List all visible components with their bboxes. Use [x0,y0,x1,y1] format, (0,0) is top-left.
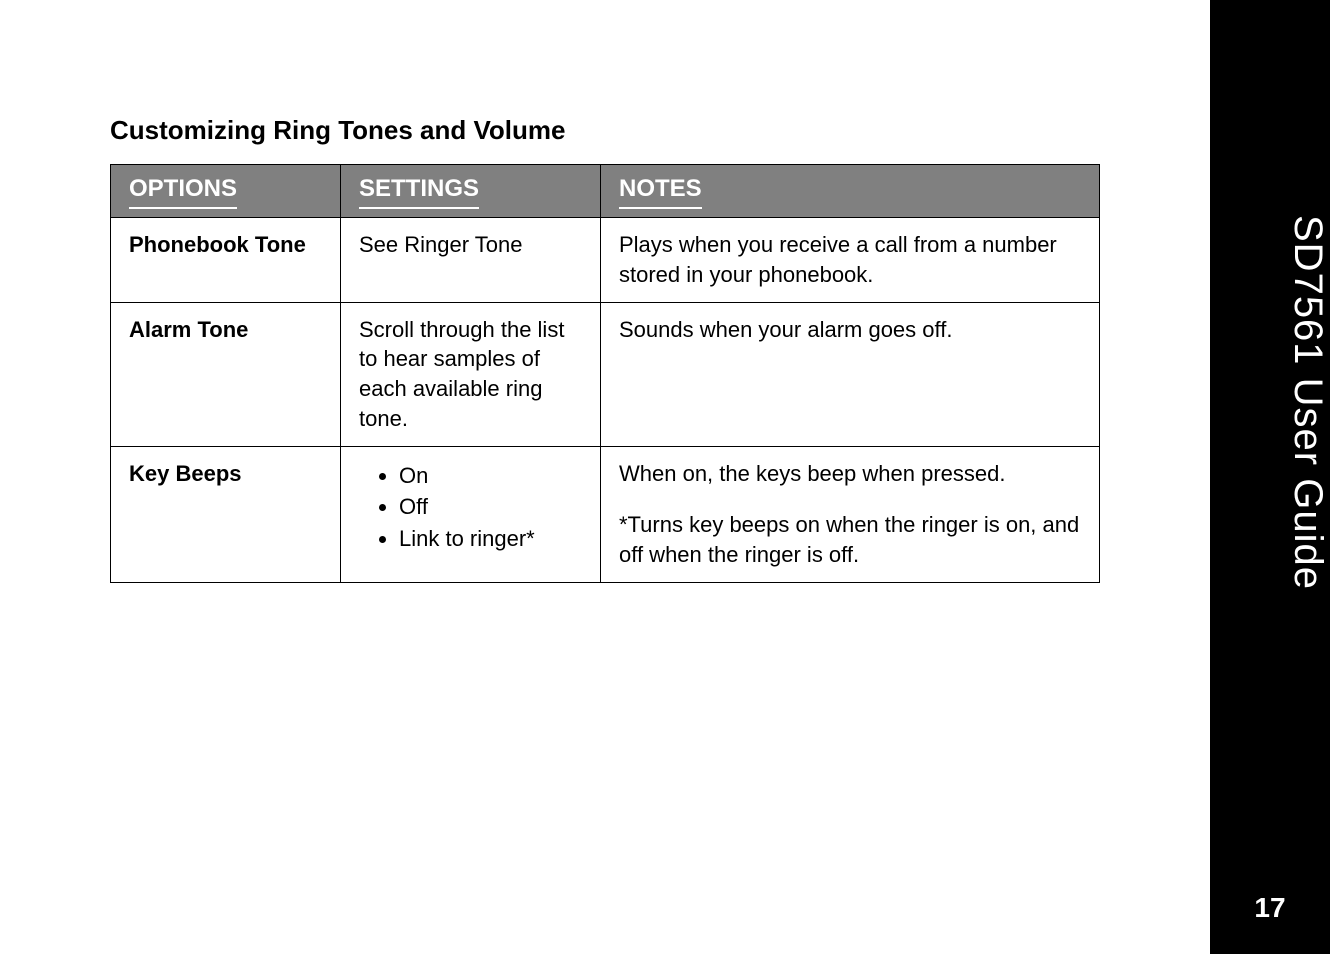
settings-list: OnOffLink to ringer* [359,461,582,554]
option-cell: Alarm Tone [111,302,341,446]
option-cell: Key Beeps [111,446,341,582]
settings-list-item: Off [399,492,582,522]
option-cell: Phonebook Tone [111,218,341,302]
notes-cell: Sounds when your alarm goes off. [601,302,1100,446]
notes-paragraph: *Turns key beeps on when the ringer is o… [619,510,1081,569]
settings-cell: Scroll through the list to hear samples … [341,302,601,446]
settings-cell: OnOffLink to ringer* [341,446,601,582]
options-table: OPTIONS SETTINGS NOTES Phonebook ToneSee… [110,164,1100,583]
section-title: Customizing Ring Tones and Volume [110,115,1100,146]
side-tab: SD7561 User Guide 17 [1210,0,1330,954]
settings-list-item: Link to ringer* [399,524,582,554]
notes-cell: Plays when you receive a call from a num… [601,218,1100,302]
page-number: 17 [1210,892,1330,924]
col-header-notes: NOTES [601,165,1100,218]
settings-list-item: On [399,461,582,491]
notes-paragraph: When on, the keys beep when pressed. [619,459,1081,489]
table-row: Alarm ToneScroll through the list to hea… [111,302,1100,446]
table-row: Key BeepsOnOffLink to ringer*When on, th… [111,446,1100,582]
settings-cell: See Ringer Tone [341,218,601,302]
notes-cell: When on, the keys beep when pressed. *Tur… [601,446,1100,582]
side-tab-title: SD7561 User Guide [1210,215,1330,590]
options-table-body: Phonebook ToneSee Ringer Tone Plays when … [111,218,1100,582]
col-header-options: OPTIONS [111,165,341,218]
notes-paragraph: Plays when you receive a call from a num… [619,230,1081,289]
col-header-settings: SETTINGS [341,165,601,218]
table-row: Phonebook ToneSee Ringer Tone Plays when … [111,218,1100,302]
notes-paragraph: Sounds when your alarm goes off. [619,315,1081,345]
